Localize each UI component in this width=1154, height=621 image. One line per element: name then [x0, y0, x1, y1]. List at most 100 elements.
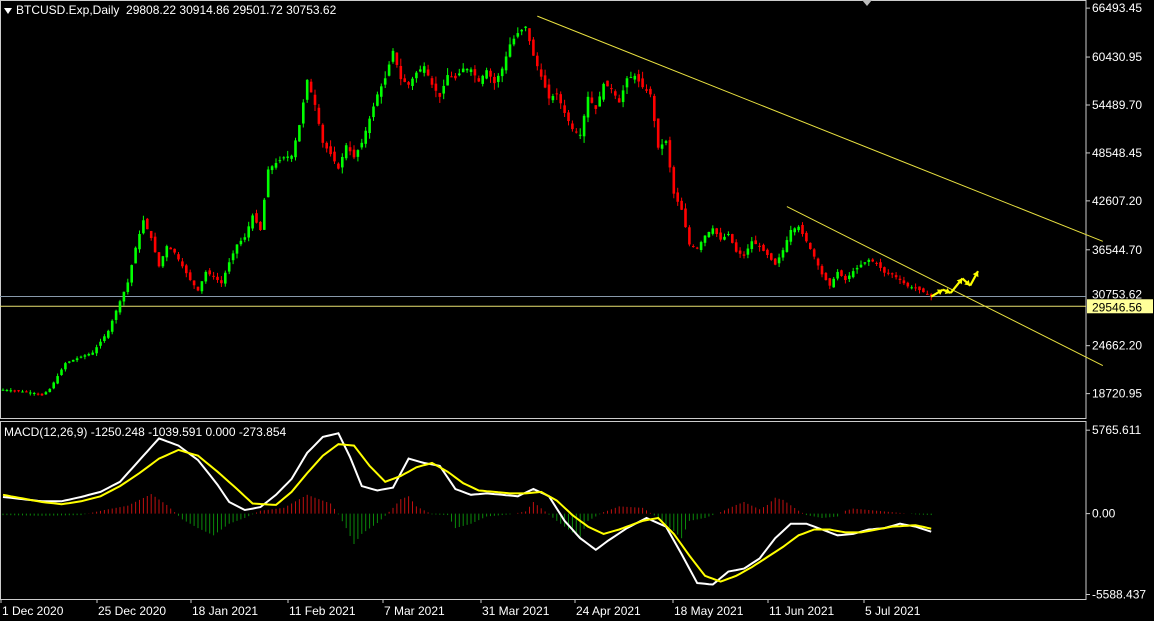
symbol-label: BTCUSD.Exp,Daily [16, 3, 120, 17]
candle-body [820, 266, 824, 275]
candle-body [844, 275, 847, 281]
candle-body [25, 391, 28, 393]
candle-body [75, 358, 79, 361]
chart-canvas: 66493.45 60430.95 54489.70 48548.45 42607.20… [0, 0, 1153, 618]
candle-body [516, 33, 520, 37]
candle-body [703, 235, 707, 243]
candle-body [259, 221, 262, 230]
candle-body [208, 270, 211, 275]
candle-body [231, 253, 235, 261]
chart-header: BTCUSD.Exp,Daily 29808.22 30914.86 29501… [4, 3, 336, 17]
candle-body [426, 69, 430, 76]
candle-body [60, 369, 63, 376]
candle-body [785, 240, 789, 252]
candle-body [126, 282, 130, 293]
candle-body [286, 156, 289, 158]
price-tick-label: 18720.95 [1092, 387, 1142, 401]
candle-body [387, 64, 391, 76]
candle-body [278, 160, 282, 162]
candle-body [461, 68, 465, 73]
candle-body [656, 118, 660, 148]
candle-body [773, 258, 777, 265]
candle-body [52, 382, 55, 389]
candle-body [196, 286, 200, 291]
dropdown-triangle-icon[interactable] [4, 7, 12, 14]
candle-body [235, 244, 239, 254]
candle-body [668, 140, 672, 168]
candle-body [313, 94, 317, 105]
candle-body [922, 288, 925, 293]
candle-body [64, 363, 67, 370]
candle-body [692, 246, 695, 248]
candle-body [676, 192, 679, 202]
candle-body [906, 282, 910, 287]
candle-body [524, 26, 527, 28]
candle-body [118, 301, 122, 313]
candle-body [192, 280, 196, 286]
candle-body [645, 89, 648, 91]
macd-main-line [2, 432, 932, 586]
price-tick-label: 48548.45 [1092, 146, 1142, 160]
candle-body [649, 88, 652, 95]
candle-body [130, 265, 133, 283]
candle-body [220, 280, 223, 284]
candle-body [333, 151, 336, 162]
candle-body [707, 231, 711, 238]
candle-body [832, 278, 835, 288]
candle-body [165, 246, 169, 258]
candle-body [317, 107, 321, 124]
candle-body [489, 70, 492, 77]
candle-body [493, 76, 496, 84]
candle-body [430, 78, 434, 85]
candle-body [270, 166, 274, 171]
candle-body [91, 352, 94, 355]
candle-body [411, 78, 414, 87]
candle-body [863, 262, 867, 264]
candle-body [781, 250, 785, 258]
candle-body [407, 82, 410, 85]
candle-body [305, 79, 309, 100]
candle-body [40, 393, 44, 396]
candle-body [719, 232, 722, 240]
candle-body [321, 124, 325, 143]
candle-body [528, 28, 531, 42]
chart-shift-marker-icon [862, 0, 872, 6]
candle-body [247, 226, 250, 238]
date-tick-label: 1 Dec 2020 [2, 604, 64, 618]
candle-body [485, 70, 488, 79]
candle-body [543, 75, 547, 88]
candle-body [255, 213, 258, 223]
candle-body [422, 66, 426, 73]
candle-body [629, 77, 633, 79]
candle-body [95, 347, 98, 354]
candle-body [746, 248, 750, 255]
candle-body [368, 118, 371, 134]
date-tick-label: 11 Feb 2021 [289, 604, 356, 618]
macd-tick-label: 0.00 [1092, 507, 1116, 521]
candle-body [403, 78, 406, 82]
candle-body [699, 242, 703, 250]
candle-body [563, 105, 566, 113]
candle-body [274, 163, 278, 168]
candle-body [146, 218, 149, 230]
candle-body [419, 69, 422, 72]
candle-body [395, 52, 399, 65]
candle-body [762, 244, 765, 251]
candle-body [477, 78, 481, 82]
candle-body [898, 278, 902, 281]
candle-body [44, 392, 48, 395]
candle-body [590, 97, 594, 103]
candle-body [224, 272, 227, 284]
candle-body [789, 229, 793, 242]
candle-body [801, 224, 804, 235]
candle-body [793, 228, 796, 233]
candle-body [754, 240, 757, 245]
macd-tick-label: -5588.437 [1092, 587, 1146, 601]
candle-body [380, 86, 383, 97]
candle-body [824, 272, 828, 281]
candle-body [840, 270, 843, 276]
candle-body [738, 250, 742, 254]
trendline [537, 15, 1103, 242]
candle-body [161, 256, 165, 267]
candle-body [539, 69, 543, 77]
